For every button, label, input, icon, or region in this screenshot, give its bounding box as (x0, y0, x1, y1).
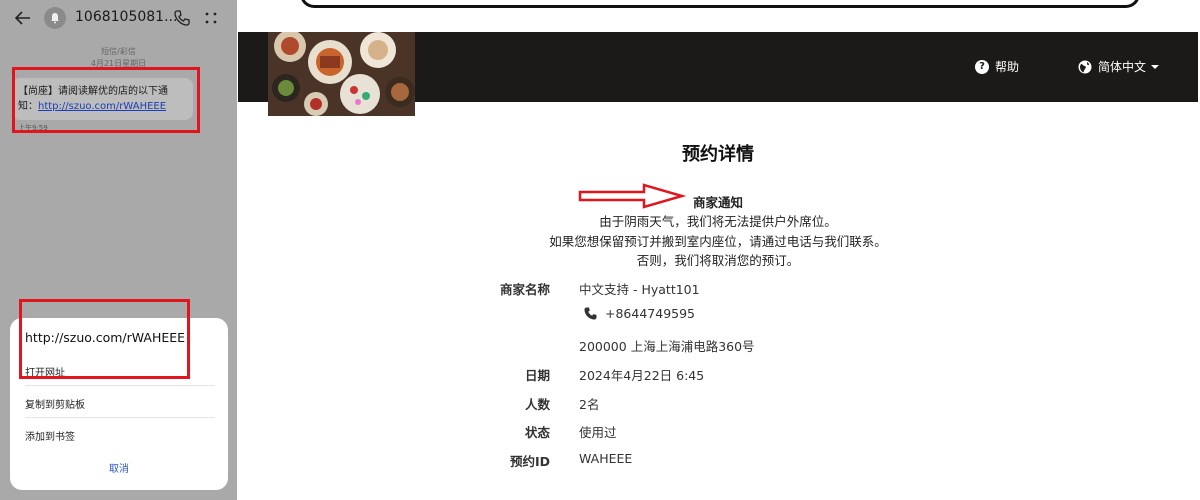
merchant-name-value: 中文支持 - Hyatt101 (579, 282, 700, 297)
language-selector[interactable]: 简体中文 (1078, 58, 1160, 75)
contact-name: 1068105081... (75, 9, 178, 25)
add-bookmark-option[interactable]: 添加到书签 (25, 428, 75, 443)
divider (25, 385, 215, 386)
call-icon[interactable] (173, 9, 191, 27)
phone-number: +8644749595 (605, 306, 696, 321)
language-label: 简体中文 (1098, 60, 1147, 74)
back-arrow-icon[interactable] (14, 9, 32, 27)
more-icon[interactable] (204, 11, 218, 25)
merchant-address: 200000 上海上海浦电路360号 (579, 339, 755, 354)
notice-line-2: 如果您想保留预订并搬到室内座位，请通过电话与我们联系。 (549, 234, 887, 249)
merchant-name-label: 商家名称 (499, 282, 550, 297)
status-label: 状态 (524, 425, 550, 440)
date-value: 2024年4月22日 6:45 (579, 368, 705, 383)
notice-line-3: 否则，我们将取消您的预订。 (636, 253, 800, 268)
status-value: 使用过 (579, 425, 617, 440)
help-label: 帮助 (995, 60, 1020, 74)
copy-clipboard-option[interactable]: 复制到剪贴板 (25, 396, 85, 411)
bell-icon (51, 13, 59, 24)
screenshot-root: 1068105081... 短信/彩信 4月21日星期日 【尚座】请阅读解优的店… (0, 0, 1200, 500)
divider (25, 417, 215, 418)
help-link[interactable]: ? 帮助 (975, 58, 1019, 75)
food-image (268, 32, 415, 116)
message-type: 短信/彩信 (101, 47, 136, 56)
globe-icon (1078, 60, 1092, 73)
caret-down-icon (1151, 64, 1160, 69)
party-size-value: 2名 (579, 397, 600, 412)
highlight-box-sms (12, 67, 200, 133)
sms-topbar: 1068105081... (0, 0, 237, 36)
phone-icon (584, 307, 597, 320)
cancel-button[interactable]: 取消 (10, 460, 228, 475)
booking-id-value: WAHEEE (579, 451, 633, 466)
party-size-label: 人数 (524, 397, 550, 412)
merchant-phone[interactable]: +8644749595 (584, 306, 695, 321)
browser-frame-edge (300, 0, 1140, 8)
restaurant-food-photo (268, 32, 415, 116)
notice-line-1: 由于阴雨天气，我们将无法提供户外席位。 (599, 214, 837, 229)
contact-avatar (44, 7, 66, 29)
question-icon: ? (975, 59, 989, 74)
page-title: 预约详情 (682, 144, 754, 165)
booking-id-label: 预约ID (509, 454, 550, 469)
highlight-box-url (19, 299, 190, 379)
date-label: 日期 (524, 368, 550, 383)
merchant-notice-title: 商家通知 (692, 195, 743, 210)
